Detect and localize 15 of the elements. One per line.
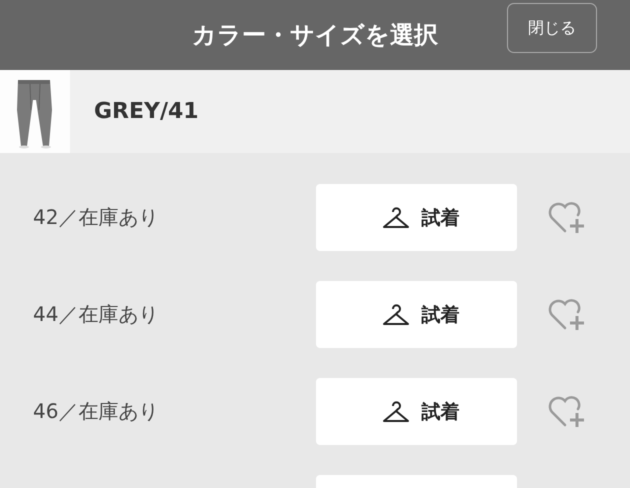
size-stock-label: 42／在庫あり	[32, 204, 160, 231]
hanger-icon	[382, 400, 410, 422]
variant-label: GREY/41	[94, 99, 199, 124]
close-button[interactable]: 閉じる	[507, 3, 597, 53]
try-on-button[interactable]: 試着	[316, 378, 517, 445]
try-on-button[interactable]: 試着	[316, 281, 517, 348]
favorite-add-icon[interactable]	[547, 200, 587, 236]
size-stock-label: 46／在庫あり	[32, 398, 160, 425]
favorite-add-icon[interactable]	[547, 296, 587, 332]
hanger-icon	[382, 206, 410, 228]
size-stock-label: 44／在庫あり	[32, 301, 160, 328]
favorite-add-icon[interactable]	[547, 394, 587, 430]
dialog-title: カラー・サイズを選択	[192, 20, 438, 51]
hanger-icon	[382, 304, 410, 326]
try-on-button[interactable]: 試着	[316, 184, 517, 251]
